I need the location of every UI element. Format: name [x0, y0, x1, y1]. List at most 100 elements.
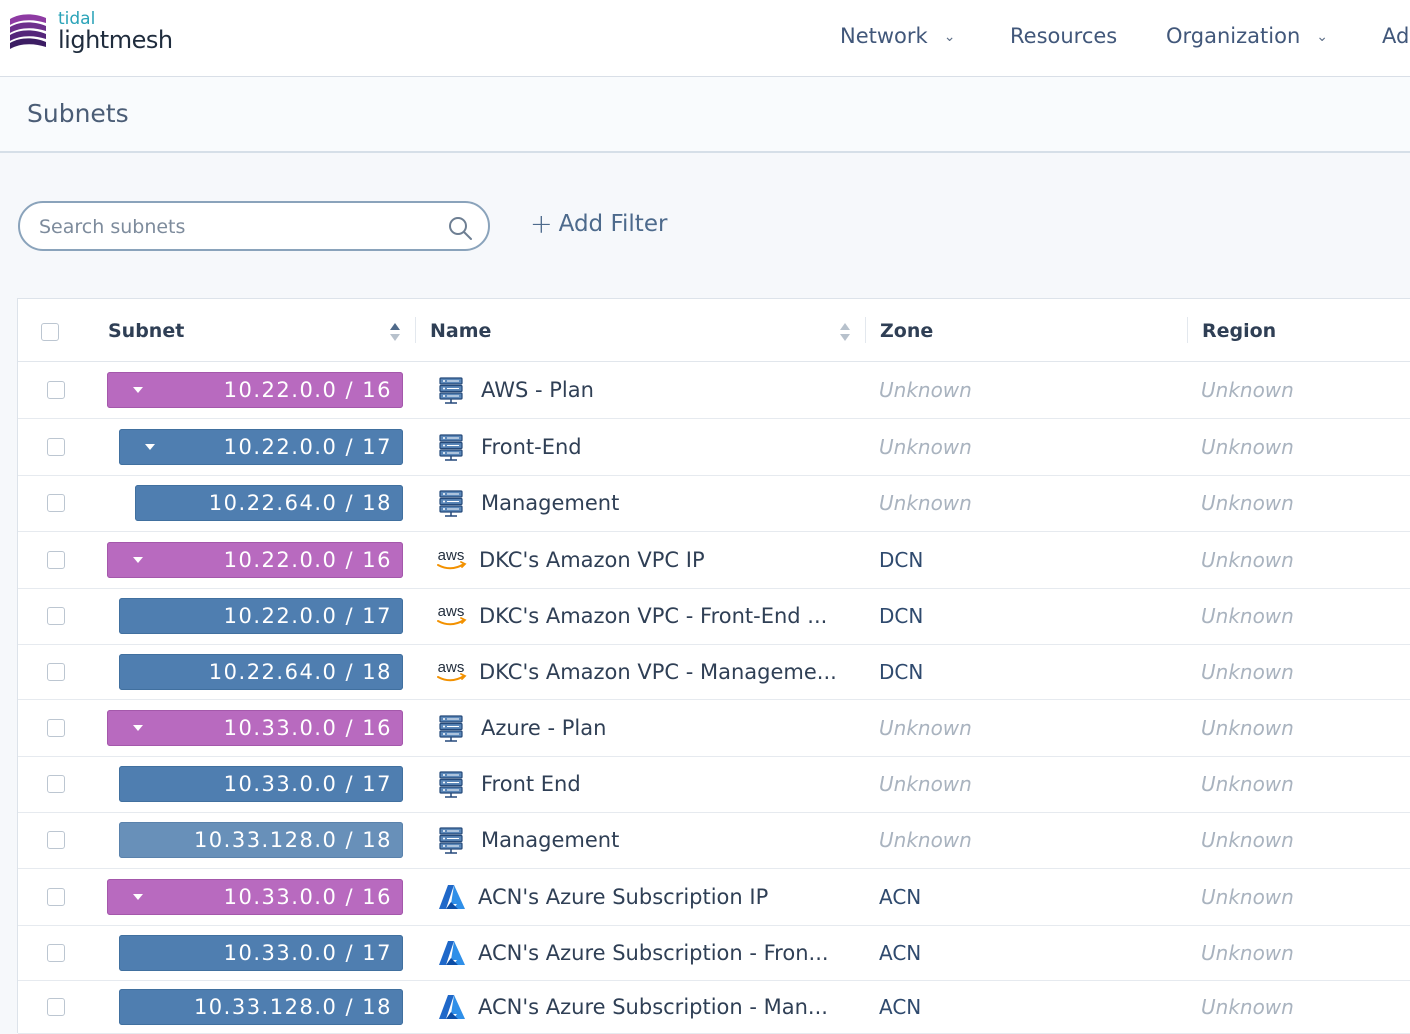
zone-value: Unknown — [879, 772, 972, 796]
table-row[interactable]: 10.33.128.0 / 18 Management Unknown Unknown — [18, 812, 1410, 869]
table-row[interactable]: 10.22.64.0 / 18 aws DKC's Amazon VPC - Man… — [18, 644, 1410, 700]
lightmesh-logo-icon[interactable] — [8, 11, 48, 51]
main-content: +Add Filter Subnet Name Zone Region 10.2… — [0, 153, 1410, 1034]
server-stack-icon — [434, 769, 470, 799]
row-checkbox[interactable] — [47, 550, 65, 569]
sort-icon[interactable] — [389, 321, 401, 343]
subnet-cidr-badge[interactable]: 10.22.0.0 / 16 — [107, 371, 403, 408]
region-value: Unknown — [1201, 547, 1294, 572]
subnet-cidr-badge[interactable]: 10.33.0.0 / 17 — [119, 934, 403, 971]
table-row[interactable]: 10.22.0.0 / 16 aws DKC's Amazon VPC IP DCN U… — [18, 531, 1410, 589]
row-checkbox[interactable] — [47, 607, 65, 625]
expand-caret-icon[interactable] — [133, 724, 143, 731]
subnet-cidr-badge[interactable]: 10.33.0.0 / 16 — [107, 878, 403, 915]
row-checkbox[interactable] — [47, 380, 65, 399]
subnet-cidr-badge[interactable]: 10.22.64.0 / 18 — [119, 653, 403, 690]
table-row[interactable]: 10.22.0.0 / 16 AWS - Plan Unknown Unknown — [18, 361, 1410, 419]
azure-logo-icon — [434, 992, 470, 1022]
subnet-name[interactable]: Front End — [481, 771, 581, 797]
subnet-name[interactable]: AWS - Plan — [481, 377, 594, 403]
subnet-cidr-text: 10.22.64.0 / 18 — [208, 659, 392, 684]
subnet-cidr-text: 10.33.0.0 / 17 — [223, 940, 392, 965]
aws-logo-icon: aws — [434, 545, 470, 575]
row-checkbox[interactable] — [47, 494, 65, 512]
select-all-checkbox[interactable] — [41, 323, 59, 341]
column-divider — [865, 317, 866, 343]
nav-network-label: Network — [840, 24, 928, 48]
subnet-cidr-text: 10.33.128.0 / 18 — [193, 828, 392, 852]
column-divider — [1187, 317, 1188, 343]
column-header-zone[interactable]: Zone — [880, 320, 933, 342]
subnet-name[interactable]: DKC's Amazon VPC - Front-End ... — [479, 603, 827, 629]
table-row[interactable]: 10.33.0.0 / 17 ACN's Azure Subscription -… — [18, 925, 1410, 981]
subnet-name[interactable]: Management — [481, 827, 619, 853]
subnets-table: Subnet Name Zone Region 10.22.0.0 / 16 AW… — [17, 298, 1410, 1034]
subnet-name[interactable]: Management — [481, 490, 619, 516]
search-input[interactable] — [37, 212, 441, 242]
search-icon[interactable] — [447, 215, 473, 241]
table-row[interactable]: 10.33.0.0 / 16 ACN's Azure Subscription I… — [18, 868, 1410, 926]
server-stack-icon — [434, 713, 470, 743]
table-row[interactable]: 10.33.0.0 / 17 Front End Unknown Unknown — [18, 756, 1410, 813]
expand-caret-icon[interactable] — [133, 556, 143, 563]
subnet-name[interactable]: ACN's Azure Subscription - Man... — [478, 994, 828, 1020]
table-row[interactable]: 10.22.0.0 / 17 aws DKC's Amazon VPC - Fron… — [18, 588, 1410, 645]
subnet-name[interactable]: ACN's Azure Subscription - Fron... — [478, 940, 829, 966]
table-header: Subnet Name Zone Region — [18, 299, 1410, 362]
subnet-cidr-badge[interactable]: 10.33.0.0 / 16 — [107, 709, 403, 746]
subnet-name[interactable]: DKC's Amazon VPC IP — [479, 547, 705, 573]
subnet-name[interactable]: DKC's Amazon VPC - Manageme... — [479, 659, 837, 685]
nav-network[interactable]: Network ⌄ — [840, 22, 955, 51]
subnet-name[interactable]: ACN's Azure Subscription IP — [478, 884, 768, 910]
table-row[interactable]: 10.22.64.0 / 18 Management Unknown Unknown — [18, 475, 1410, 532]
row-checkbox[interactable] — [47, 775, 65, 793]
page-title: Subnets — [27, 99, 129, 128]
nav-organization-label: Organization — [1166, 24, 1301, 48]
subnet-cidr-text: 10.22.0.0 / 17 — [223, 434, 392, 459]
region-value: Unknown — [1201, 828, 1294, 852]
chevron-down-icon: ⌄ — [943, 29, 956, 45]
table-row[interactable]: 10.33.0.0 / 16 Azure - Plan Unknown Unknown — [18, 699, 1410, 757]
subnet-cidr-badge[interactable]: 10.22.0.0 / 17 — [119, 598, 403, 634]
subnet-cidr-badge[interactable]: 10.33.0.0 / 17 — [119, 766, 403, 802]
subnet-cidr-text: 10.22.0.0 / 16 — [223, 547, 392, 572]
column-header-subnet[interactable]: Subnet — [108, 320, 184, 342]
subnet-cidr-badge[interactable]: 10.22.0.0 / 16 — [107, 541, 403, 578]
subnet-name[interactable]: Front-End — [481, 434, 582, 460]
column-header-name[interactable]: Name — [430, 320, 491, 342]
azure-logo-icon — [434, 882, 470, 912]
server-stack-icon — [434, 488, 470, 518]
sort-icon[interactable] — [839, 321, 851, 343]
expand-caret-icon[interactable] — [145, 443, 155, 450]
subnet-cidr-badge[interactable]: 10.33.128.0 / 18 — [119, 822, 403, 858]
row-checkbox[interactable] — [47, 718, 65, 737]
nav-organization[interactable]: Organization ⌄ — [1166, 22, 1328, 51]
region-value: Unknown — [1201, 715, 1294, 740]
column-header-region[interactable]: Region — [1202, 320, 1276, 342]
subnet-cidr-badge[interactable]: 10.22.0.0 / 17 — [119, 428, 403, 465]
zone-value: ACN — [879, 884, 922, 909]
table-row[interactable]: 10.22.0.0 / 17 Front-End Unknown Unknown — [18, 418, 1410, 476]
row-checkbox[interactable] — [47, 997, 65, 1016]
row-checkbox[interactable] — [47, 437, 65, 456]
expand-caret-icon[interactable] — [133, 386, 143, 393]
subnet-name[interactable]: Azure - Plan — [481, 715, 606, 741]
chevron-down-icon: ⌄ — [1316, 29, 1328, 45]
row-checkbox[interactable] — [47, 887, 65, 906]
subnet-cidr-badge[interactable]: 10.22.64.0 / 18 — [135, 485, 403, 521]
table-row[interactable]: 10.33.128.0 / 18 ACN's Azure Subscription… — [18, 980, 1410, 1034]
server-stack-icon — [434, 825, 470, 855]
expand-caret-icon[interactable] — [133, 893, 143, 900]
row-checkbox[interactable] — [47, 943, 65, 962]
subnet-cidr-badge[interactable]: 10.33.128.0 / 18 — [119, 988, 403, 1025]
region-value: Unknown — [1201, 434, 1294, 459]
region-value: Unknown — [1201, 377, 1294, 402]
nav-resources[interactable]: Resources — [1010, 22, 1117, 50]
row-checkbox[interactable] — [47, 831, 65, 849]
add-filter-button[interactable]: + Add Filter — [530, 209, 667, 240]
server-stack-icon — [434, 375, 470, 405]
region-value: Unknown — [1201, 772, 1294, 796]
nav-admin[interactable]: Ad — [1382, 22, 1409, 50]
top-navigation-bar: tidal lightmesh Network ⌄ Resources Organ… — [0, 0, 1410, 77]
row-checkbox[interactable] — [47, 662, 65, 681]
